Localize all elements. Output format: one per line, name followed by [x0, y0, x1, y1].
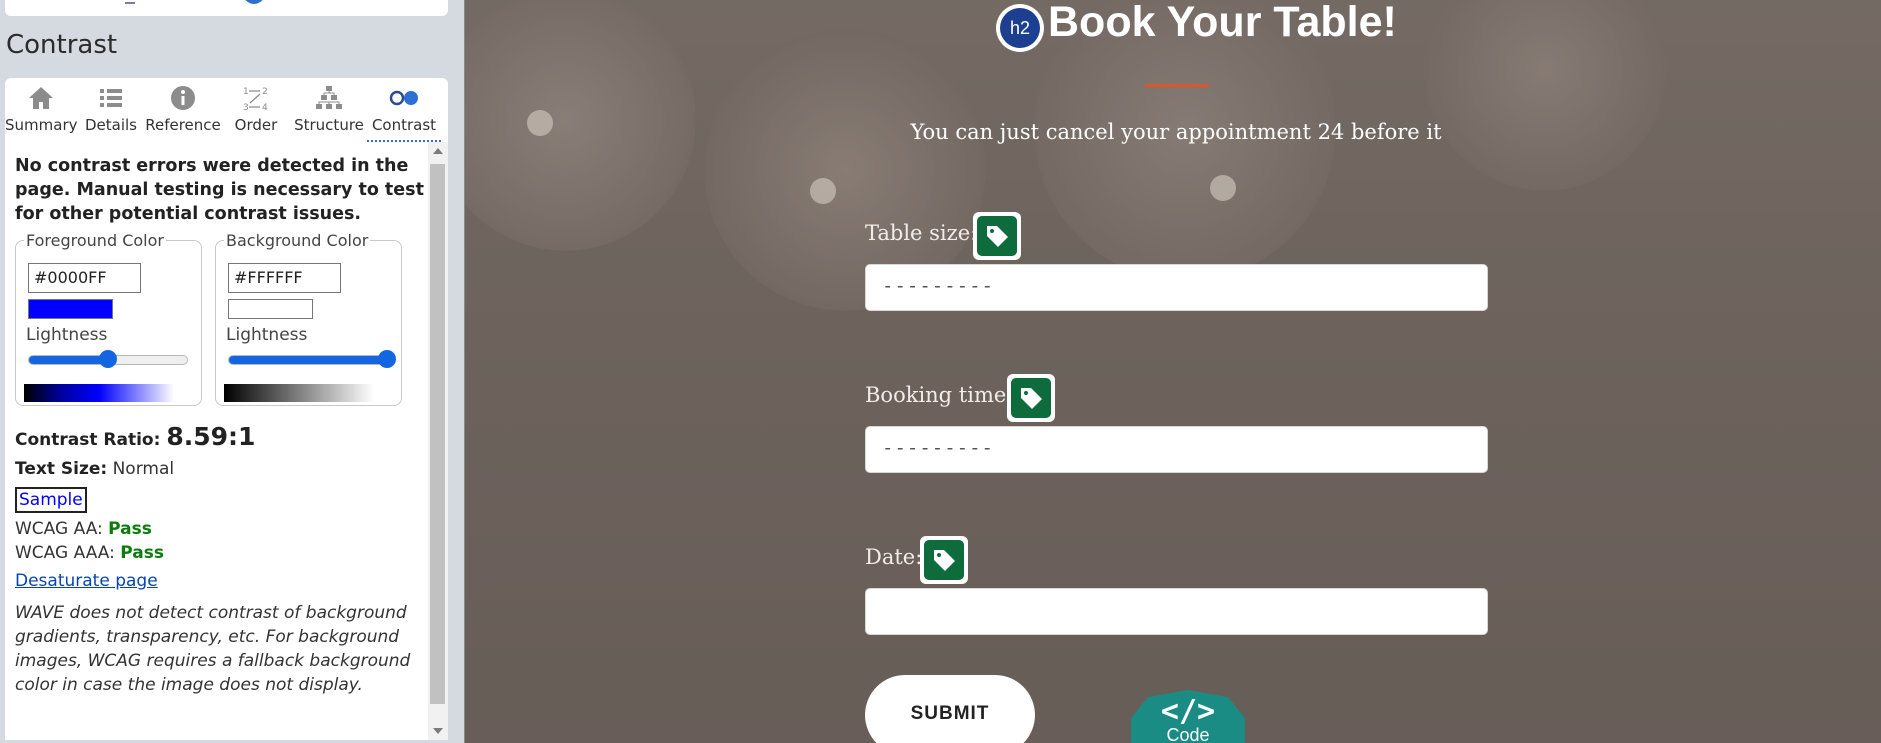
label-tag-icon	[920, 536, 968, 584]
info-icon	[145, 84, 221, 114]
contrast-note: WAVE does not detect contrast of backgro…	[15, 603, 411, 695]
collapsed-panel	[5, 0, 448, 16]
table-size-select[interactable]: ---------	[865, 264, 1488, 311]
foreground-color-group: Foreground Color #0000FF Lightness	[15, 231, 202, 406]
foreground-lightness-gradient	[24, 384, 174, 402]
structure-icon	[291, 84, 367, 114]
table-size-label: Table size:	[865, 221, 978, 245]
contrast-ratio-value: 8.59:1	[166, 422, 256, 451]
background-lightness-label: Lightness	[226, 325, 308, 345]
section-title: Contrast	[6, 30, 118, 60]
code-badge[interactable]: </> Code	[1131, 690, 1245, 743]
foreground-slider-fill	[29, 356, 108, 364]
background-slider-thumb[interactable]	[378, 350, 396, 368]
tab-contrast[interactable]: Contrast	[367, 78, 441, 142]
tab-structure[interactable]: Structure	[291, 78, 367, 142]
contrast-ratio: Contrast Ratio: 8.59:1	[15, 422, 256, 451]
title-underline	[1145, 84, 1209, 87]
page-title: Book Your Table!	[1048, 0, 1397, 46]
order-icon: 1 2 3 4	[221, 84, 291, 114]
list-icon	[77, 84, 145, 114]
tab-bar: Summary Details Reference 1234 Order Str…	[5, 78, 448, 142]
code-icon: </>	[1160, 694, 1216, 729]
wcag-aaa-result: WCAG AAA: Pass	[15, 543, 164, 563]
booking-time-select[interactable]: ---------	[865, 426, 1488, 473]
booking-time-label: Booking time:	[865, 383, 1014, 407]
background-swatch	[228, 299, 313, 319]
foreground-lightness-slider[interactable]	[28, 350, 188, 368]
foreground-slider-thumb[interactable]	[99, 350, 117, 368]
foreground-legend: Foreground Color	[24, 231, 166, 250]
date-label: Date:	[865, 545, 923, 569]
tab-order[interactable]: 1234 Order	[221, 78, 291, 142]
svg-text:3: 3	[243, 103, 249, 112]
background-lightness-slider[interactable]	[228, 350, 396, 368]
background-color-group: Background Color #FFFFFF Lightness	[215, 231, 402, 406]
contrast-message: No contrast errors were detected in the …	[15, 156, 424, 224]
desaturate-page-link[interactable]: Desaturate page	[15, 571, 425, 591]
contrast-icon	[367, 84, 441, 114]
foreground-swatch	[28, 299, 113, 319]
text-size: Text Size: Normal	[15, 459, 175, 479]
wcag-aa-result: WCAG AA: Pass	[15, 519, 152, 539]
tab-details[interactable]: Details	[77, 78, 145, 142]
contrast-panel: No contrast errors were detected in the …	[5, 142, 448, 740]
toggle-knob[interactable]	[243, 0, 265, 4]
foreground-hex-input[interactable]: #0000FF	[28, 263, 141, 293]
submit-button[interactable]: SUBMIT	[865, 675, 1035, 743]
scroll-up-icon[interactable]	[433, 148, 443, 154]
dash-icon	[125, 2, 135, 4]
panel-scrollbar[interactable]	[428, 142, 448, 740]
scrollbar-thumb[interactable]	[430, 164, 445, 704]
h2-marker-icon: h2	[996, 4, 1044, 52]
page-subtitle: You can just cancel your appointment 24 …	[910, 120, 1442, 144]
garlic-decoration	[527, 110, 553, 136]
label-tag-icon	[1007, 374, 1055, 422]
home-icon	[5, 84, 77, 114]
background-slider-fill	[229, 356, 387, 364]
garlic-decoration	[810, 178, 836, 204]
background-lightness-gradient	[224, 384, 374, 402]
date-input[interactable]	[865, 588, 1488, 635]
tab-summary[interactable]: Summary	[5, 78, 78, 142]
label-tag-icon	[973, 212, 1021, 260]
svg-text:1: 1	[243, 87, 249, 97]
background-hex-input[interactable]: #FFFFFF	[228, 263, 341, 293]
sample-text: Sample	[15, 487, 87, 513]
svg-text:2: 2	[262, 87, 268, 97]
scroll-down-icon[interactable]	[433, 728, 443, 734]
garlic-decoration	[1210, 175, 1236, 201]
background-legend: Background Color	[224, 231, 371, 250]
tab-reference[interactable]: Reference	[145, 78, 221, 142]
wave-sidebar: Contrast Summary Details Reference 1234 …	[0, 0, 464, 743]
svg-text:4: 4	[262, 103, 268, 112]
foreground-lightness-label: Lightness	[26, 325, 108, 345]
